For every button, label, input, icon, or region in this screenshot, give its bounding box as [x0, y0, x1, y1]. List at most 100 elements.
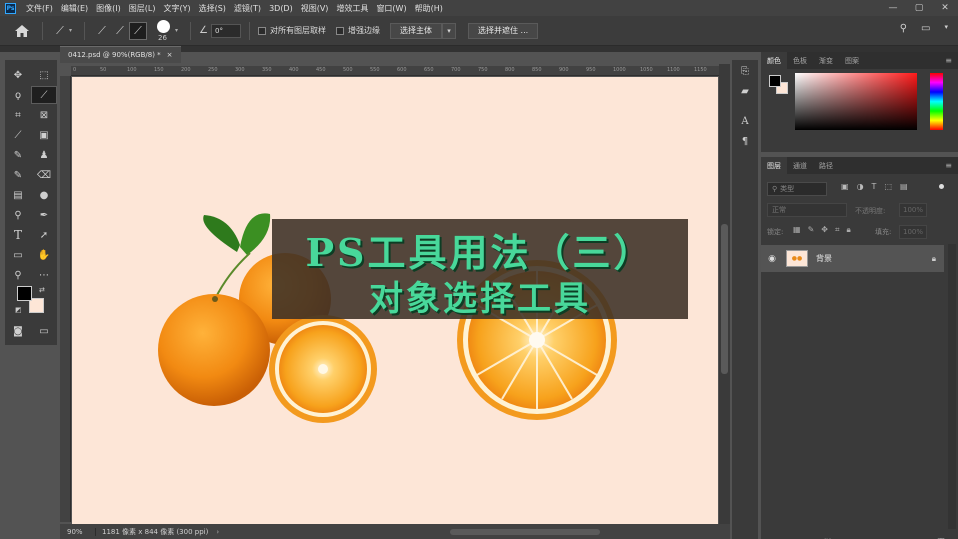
- close-button[interactable]: ✕: [932, 0, 958, 16]
- hue-slider[interactable]: [930, 73, 943, 130]
- blur-tool-icon[interactable]: ●: [31, 186, 57, 204]
- gradient-tool-icon[interactable]: ▤: [5, 186, 31, 204]
- menu-edit[interactable]: 编辑(E): [57, 3, 92, 14]
- panel-menu-icon[interactable]: ≡: [945, 161, 952, 170]
- menu-3d[interactable]: 3D(D): [265, 4, 297, 13]
- type-filter-icon[interactable]: T: [872, 182, 877, 191]
- screen-mode-icon[interactable]: ▭: [31, 322, 57, 340]
- maximize-button[interactable]: ▢: [906, 0, 932, 16]
- angle-input[interactable]: 0°: [211, 23, 241, 38]
- default-colors-icon[interactable]: ◩: [15, 306, 22, 314]
- marquee-tool-icon[interactable]: ⬚: [31, 66, 57, 84]
- lock-artboard-icon[interactable]: ⌗: [835, 225, 840, 235]
- tab-patterns[interactable]: 图案: [839, 52, 865, 69]
- eraser-tool-icon[interactable]: ⌫: [31, 166, 57, 184]
- chevron-down-icon[interactable]: ▾: [175, 27, 178, 34]
- tab-layers[interactable]: 图层: [761, 157, 787, 174]
- opacity-input[interactable]: 100%: [899, 203, 927, 217]
- select-subject-button[interactable]: 选择主体: [390, 22, 442, 39]
- zoom-level[interactable]: 90%: [60, 527, 96, 536]
- menu-filter[interactable]: 滤镜(T): [230, 3, 265, 14]
- hand-tool-icon[interactable]: ✋: [31, 246, 57, 264]
- brush-tool-icon[interactable]: ✎: [5, 146, 31, 164]
- tab-swatches[interactable]: 色板: [787, 52, 813, 69]
- menu-image[interactable]: 图像(I): [92, 3, 125, 14]
- close-icon[interactable]: ×: [167, 51, 173, 59]
- document-tab[interactable]: 0412.psd @ 90%(RGB/8) * ×: [60, 46, 181, 63]
- brush-size-picker[interactable]: 26: [153, 18, 175, 44]
- tab-color[interactable]: 颜色: [761, 52, 787, 69]
- sample-all-layers-checkbox[interactable]: 对所有图层取样: [258, 25, 326, 36]
- zoom-tool-icon[interactable]: ⚲: [5, 266, 31, 284]
- menu-view[interactable]: 视图(V): [297, 3, 333, 14]
- more-tools-icon[interactable]: ⋯: [31, 266, 57, 284]
- blend-mode-select[interactable]: 正常: [767, 203, 847, 217]
- lock-all-icon[interactable]: 🔒︎: [846, 225, 850, 235]
- select-and-mask-button[interactable]: 选择并遮住 ...: [468, 22, 539, 39]
- enhance-edge-checkbox[interactable]: 增强边缘: [336, 25, 380, 36]
- adjustment-filter-icon[interactable]: ◑: [857, 182, 864, 191]
- history-brush-tool-icon[interactable]: ✎: [5, 166, 31, 184]
- layer-filter-search[interactable]: ⚲ 类型: [767, 182, 827, 196]
- quick-mask-icon[interactable]: ◙: [5, 322, 31, 340]
- menu-window[interactable]: 窗口(W): [372, 3, 410, 14]
- dodge-tool-icon[interactable]: ⚲: [5, 206, 31, 224]
- checkbox-box[interactable]: [336, 26, 344, 35]
- pen-tool-icon[interactable]: ✒: [31, 206, 57, 224]
- select-subject-dropdown[interactable]: ▾: [442, 22, 456, 39]
- paragraph-panel-icon[interactable]: ¶: [737, 134, 753, 148]
- pixel-filter-icon[interactable]: ▣: [841, 182, 849, 191]
- workspace-icon[interactable]: ▭: [921, 23, 930, 34]
- layers-scrollbar[interactable]: [948, 244, 956, 529]
- lock-position-icon[interactable]: ✥: [821, 225, 828, 235]
- menu-plugins[interactable]: 增效工具: [332, 3, 372, 14]
- panel-foreground-swatch[interactable]: [769, 75, 781, 87]
- move-tool-icon[interactable]: ✥: [5, 66, 31, 84]
- filter-toggle-icon[interactable]: [939, 184, 944, 189]
- patch-tool-icon[interactable]: ▣: [31, 126, 57, 144]
- type-tool-icon[interactable]: T: [5, 226, 31, 244]
- chevron-down-icon[interactable]: ▾: [69, 27, 72, 34]
- foreground-color-swatch[interactable]: [17, 286, 32, 301]
- shape-filter-icon[interactable]: ⬚: [884, 182, 892, 191]
- panel-menu-icon[interactable]: ≡: [945, 56, 952, 65]
- layer-row[interactable]: ◉ ●● 背景 🔒︎: [761, 245, 944, 272]
- smart-object-filter-icon[interactable]: ▤: [900, 182, 908, 191]
- home-button[interactable]: [10, 19, 34, 43]
- chevron-down-icon[interactable]: ▾: [944, 23, 948, 34]
- color-spectrum[interactable]: [795, 73, 917, 130]
- character-panel-icon[interactable]: A: [737, 114, 753, 128]
- object-selection-tool-preset-icon[interactable]: ⟋: [51, 22, 69, 40]
- menu-type[interactable]: 文字(Y): [159, 3, 194, 14]
- tab-channels[interactable]: 通道: [787, 157, 813, 174]
- scrollbar-thumb[interactable]: [721, 224, 728, 374]
- lasso-tool-icon[interactable]: ϙ: [5, 86, 31, 104]
- swap-colors-icon[interactable]: ⇄: [39, 286, 45, 294]
- crop-tool-icon[interactable]: ⌗: [5, 106, 31, 124]
- minimize-button[interactable]: —: [880, 0, 906, 16]
- menu-select[interactable]: 选择(S): [195, 3, 230, 14]
- lock-transparent-icon[interactable]: ▦: [793, 225, 801, 235]
- eyedropper-tool-icon[interactable]: ⟋: [5, 126, 31, 144]
- tab-gradients[interactable]: 渐变: [813, 52, 839, 69]
- comments-panel-icon[interactable]: ▰: [737, 84, 753, 98]
- rectangle-tool-icon[interactable]: ▭: [5, 246, 31, 264]
- vertical-scrollbar[interactable]: [719, 64, 730, 524]
- search-icon[interactable]: ⚲: [900, 23, 907, 34]
- document-canvas[interactable]: PS工具用法（三） 对象选择工具: [72, 77, 718, 524]
- menu-layer[interactable]: 图层(L): [125, 3, 160, 14]
- new-selection-icon[interactable]: ⟋: [93, 22, 111, 40]
- horizontal-scrollbar-thumb[interactable]: [450, 529, 600, 535]
- menu-help[interactable]: 帮助(H): [411, 3, 447, 14]
- object-selection-tool-icon[interactable]: ⟋: [31, 86, 57, 104]
- checkbox-box[interactable]: [258, 26, 266, 35]
- history-panel-icon[interactable]: ⎘: [737, 64, 753, 78]
- stamp-tool-icon[interactable]: ♟: [31, 146, 57, 164]
- frame-tool-icon[interactable]: ⊠: [31, 106, 57, 124]
- lock-icon[interactable]: 🔒︎: [932, 254, 936, 264]
- subtract-from-selection-icon[interactable]: ⟋: [129, 21, 148, 40]
- tab-paths[interactable]: 路径: [813, 157, 839, 174]
- path-selection-tool-icon[interactable]: ➚: [31, 226, 57, 244]
- chevron-right-icon[interactable]: ›: [216, 528, 219, 536]
- lock-image-icon[interactable]: ✎: [808, 225, 815, 235]
